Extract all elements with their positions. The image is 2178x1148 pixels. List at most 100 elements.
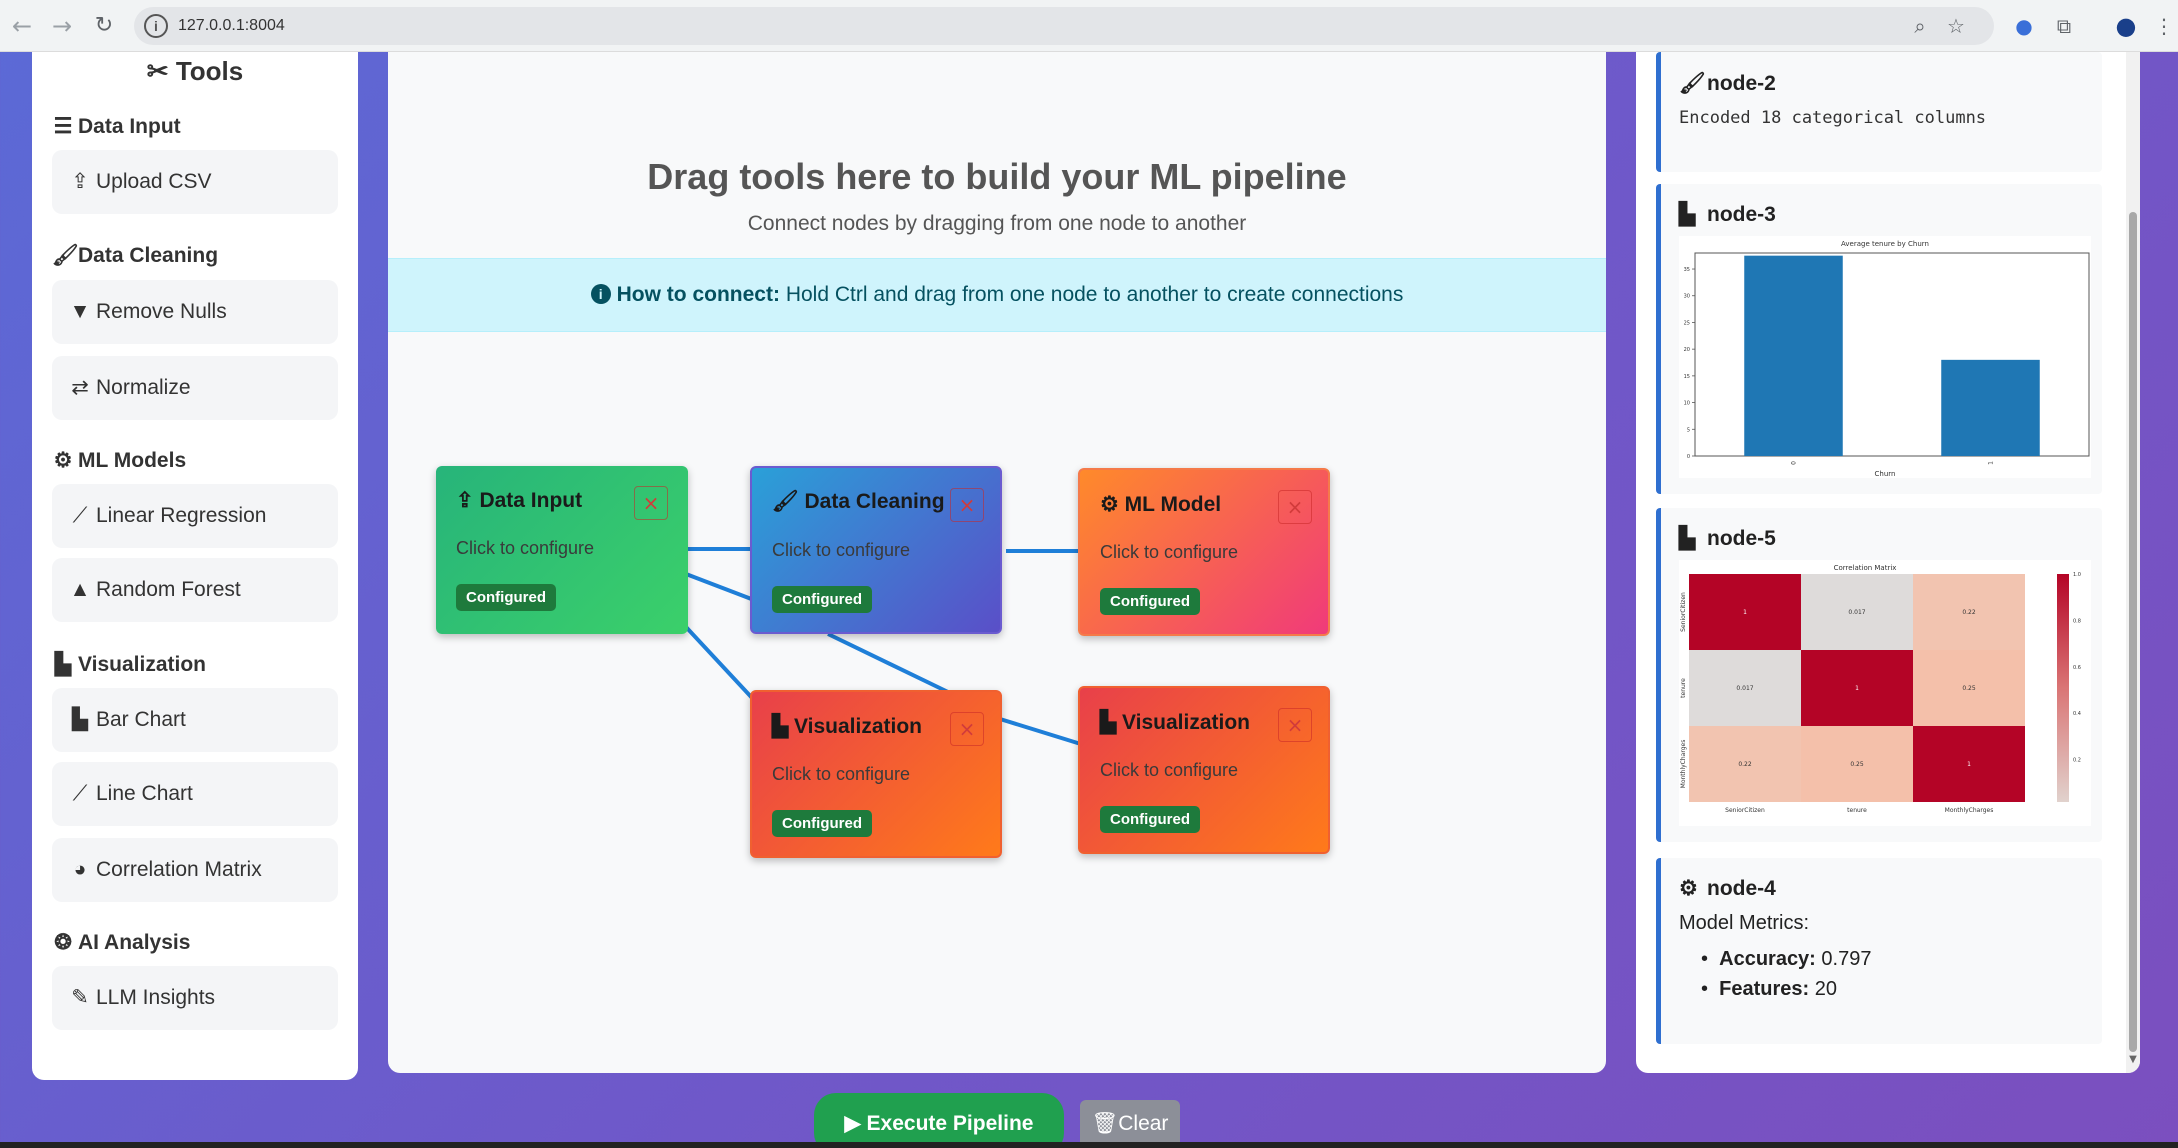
profile-icon[interactable]: ●: [2112, 12, 2140, 40]
tool-llm-insights[interactable]: ✎ LLM Insights: [52, 966, 338, 1030]
menu-icon[interactable]: ⋮: [2150, 12, 2178, 40]
tool-line-chart[interactable]: ⟋ Line Chart: [52, 762, 338, 826]
tool-random-forest[interactable]: ▲ Random Forest: [52, 558, 338, 622]
close-icon[interactable]: ×: [634, 486, 668, 520]
scrollbar-thumb[interactable]: [2129, 212, 2137, 1052]
category-label: Data Input: [78, 115, 181, 138]
colorbar-tick-label: 0.4: [2073, 711, 2081, 717]
close-icon[interactable]: ×: [1278, 490, 1312, 524]
back-icon[interactable]: ←: [8, 12, 36, 40]
connection-line: [684, 625, 756, 702]
tools-sidebar: ✂ Tools ☰ Data Input ⇪ Upload CSV 🖌Data Cl…: [32, 52, 358, 1080]
tree-icon: ▲: [69, 578, 91, 601]
tool-remove-nulls[interactable]: ▼ Remove Nulls: [52, 280, 338, 344]
reload-icon[interactable]: ↻: [90, 12, 118, 40]
results-panel: 🖌node-2 Encoded 18 categorical columns ▙…: [1636, 52, 2140, 1073]
info-icon[interactable]: i: [144, 14, 168, 38]
exchange-icon: ⇄: [71, 376, 89, 399]
tool-bar-chart[interactable]: ▙ Bar Chart: [52, 688, 338, 752]
broom-icon: 🖌: [52, 244, 79, 267]
tool-label: Remove Nulls: [96, 300, 227, 323]
node-title-label: Data Cleaning: [804, 490, 945, 513]
y-axis-label: MonthlyCharges: [1680, 740, 1687, 789]
zoom-icon[interactable]: ⌕: [1906, 12, 1934, 40]
node-title: 🖌 Data Cleaning: [772, 490, 945, 514]
node-data-cleaning[interactable]: 🖌 Data Cleaning × Click to configure Con…: [750, 466, 1002, 634]
node-visualization-1[interactable]: ▙ Visualization × Click to configure Con…: [750, 690, 1002, 858]
category-label: ML Models: [78, 449, 187, 472]
result-text: Encoded 18 categorical columns: [1679, 108, 1987, 128]
metrics-label: Model Metrics:: [1679, 912, 1810, 934]
close-icon[interactable]: ×: [950, 712, 984, 746]
execute-pipeline-button[interactable]: ▶ Execute Pipeline: [814, 1093, 1064, 1148]
chart-xlabel: Churn: [1875, 470, 1896, 478]
x-tick-label: 0: [1791, 461, 1798, 465]
bar-chart-icon: ▙: [1679, 203, 1696, 226]
extension-icon[interactable]: ●: [2010, 12, 2038, 40]
close-icon[interactable]: ×: [1278, 708, 1312, 742]
trash-icon: 🗑: [1091, 1112, 1119, 1135]
filter-icon: ▼: [69, 300, 91, 323]
node-title: ▙ Visualization: [772, 714, 922, 739]
node-subtitle: Click to configure: [772, 540, 911, 560]
cell-label: 1: [1743, 609, 1747, 616]
upload-icon: ⇪: [456, 489, 474, 512]
node-title-label: ML Model: [1124, 493, 1222, 516]
colorbar-tick-label: 0.2: [2073, 758, 2081, 764]
x-axis-label: tenure: [1847, 807, 1867, 814]
result-card-node-4: ⚙ node-4 Model Metrics: • Accuracy: 0.797…: [1656, 858, 2102, 1044]
category-visualization: ▙ Visualization: [52, 652, 206, 677]
browser-toolbar: ← → ↻ i 127.0.0.1:8004 ⌕ ☆ ● ⧉ ● ⋮: [0, 0, 2178, 52]
node-title-label: Visualization: [1122, 711, 1250, 734]
y-axis-label: tenure: [1680, 678, 1687, 698]
metric-accuracy: • Accuracy: 0.797: [1701, 948, 1872, 970]
status-badge: Configured: [456, 584, 556, 611]
node-data-input[interactable]: ⇪ Data Input × Click to configure Config…: [436, 466, 688, 634]
tool-correlation-matrix[interactable]: ◕ Correlation Matrix: [52, 838, 338, 902]
tool-linear-regression[interactable]: ⟋ Linear Regression: [52, 484, 338, 548]
colorbar-tick-label: 0.8: [2073, 618, 2081, 624]
cell-label: 1: [1967, 761, 1971, 768]
category-ai-analysis: ❂ AI Analysis: [52, 930, 190, 955]
clear-button[interactable]: 🗑Clear: [1080, 1100, 1180, 1148]
pipeline-canvas[interactable]: Drag tools here to build your ML pipelin…: [388, 52, 1606, 1073]
bar-chart-icon: ▙: [1100, 711, 1117, 734]
y-tick-label: 15: [1684, 374, 1690, 380]
robot-icon: ⚙: [53, 449, 73, 472]
star-icon[interactable]: ☆: [1942, 12, 1970, 40]
tools-icon: ✂: [146, 56, 169, 86]
tool-normalize[interactable]: ⇄ Normalize: [52, 356, 338, 420]
clear-label: Clear: [1118, 1112, 1169, 1135]
result-card-node-3: ▙ node-3 Average tenure by Churn Churn 0 5…: [1656, 184, 2102, 494]
database-icon: ☰: [53, 115, 73, 138]
address-bar[interactable]: i 127.0.0.1:8004 ⌕ ☆: [134, 7, 1994, 45]
puzzle-icon[interactable]: ⧉: [2050, 12, 2078, 40]
category-ml-models: ⚙ ML Models: [52, 448, 187, 473]
category-label: Visualization: [78, 653, 206, 676]
node-visualization-2[interactable]: ▙ Visualization × Click to configure Con…: [1078, 686, 1330, 854]
bar-chart-icon: ▙: [1679, 527, 1696, 550]
bar-chart: Average tenure by Churn Churn 0510152025…: [1679, 236, 2091, 478]
scroll-down-icon[interactable]: ▼: [2126, 1054, 2140, 1070]
connection-line: [999, 717, 1085, 747]
y-tick-label: 5: [1687, 427, 1690, 433]
tool-upload-csv[interactable]: ⇪ Upload CSV: [52, 150, 338, 214]
cell-label: 0.25: [1850, 761, 1864, 768]
pie-chart-icon: ◕: [73, 858, 87, 881]
play-icon: ▶: [844, 1112, 861, 1135]
result-title: ⚙ node-4: [1679, 876, 1776, 901]
status-badge: Configured: [1100, 588, 1200, 615]
forward-icon[interactable]: →: [48, 12, 76, 40]
metric-label: Features:: [1719, 978, 1810, 1000]
result-title: 🖌node-2: [1679, 72, 1776, 96]
node-ml-model[interactable]: ⚙ ML Model × Click to configure Configur…: [1078, 468, 1330, 636]
x-axis-label: SeniorCitizen: [1725, 807, 1765, 814]
metric-value: 20: [1814, 978, 1837, 1000]
metric-features: • Features: 20: [1701, 978, 1837, 1000]
result-title-label: node-4: [1707, 877, 1776, 900]
url-text[interactable]: 127.0.0.1:8004: [178, 17, 285, 35]
y-tick-label: 20: [1684, 347, 1690, 353]
metric-value: 0.797: [1821, 948, 1872, 970]
status-badge: Configured: [772, 586, 872, 613]
close-icon[interactable]: ×: [950, 488, 984, 522]
